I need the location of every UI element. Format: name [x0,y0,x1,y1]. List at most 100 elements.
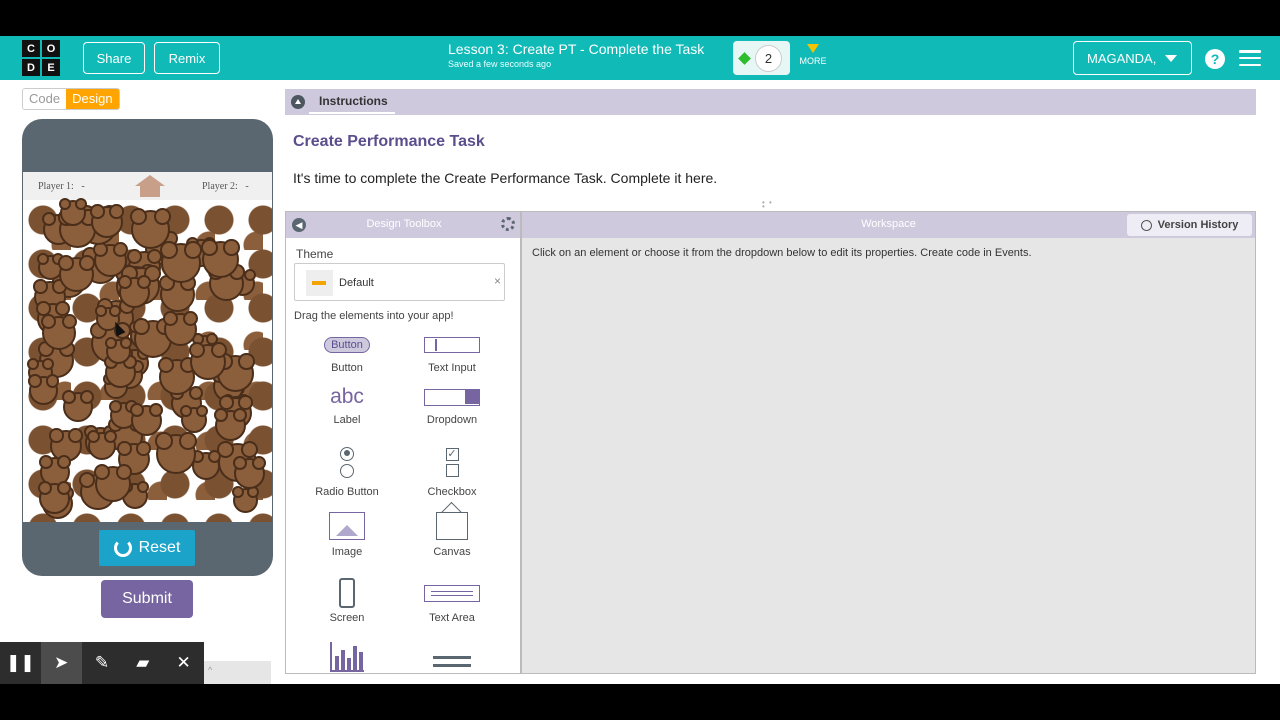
bear-face [180,405,208,433]
canvas-icon [436,512,468,540]
theme-label: Theme [296,247,334,261]
button-element-icon: Button [324,337,370,353]
pointer-icon[interactable]: ➤ [40,642,82,684]
bear-face [233,456,266,489]
triangle-down-icon [807,44,819,53]
toolbox-item-label: Text Input [428,362,476,374]
instructions-body: Create Performance Task It's time to com… [285,115,1256,199]
reset-label: Reset [138,539,181,556]
home-icon[interactable] [134,175,166,199]
bear-face [90,204,124,238]
bear-face [163,311,198,346]
radio-button-icon [340,446,354,478]
player2-score: Player 2: - [202,181,249,192]
pause-icon[interactable]: ❚❚ [0,642,41,684]
share-button[interactable]: Share [83,42,145,74]
toolbar-tab[interactable]: ^ [204,661,271,684]
bear-face [38,481,71,514]
lesson-title[interactable]: Lesson 3: Create PT - Complete the Task [448,41,704,57]
remix-button[interactable]: Remix [154,42,220,74]
theme-thumbnail [306,270,333,296]
theme-value: Default [339,277,374,289]
help-icon[interactable]: ? [1205,49,1225,69]
theme-select[interactable]: Default × [294,263,505,301]
player1-score: Player 1: - [38,181,85,192]
workspace-hint: Click on an element or choose it from th… [532,247,1032,259]
toolbox-item-text-area[interactable]: Text Area [402,574,502,624]
toolbox-item-label: Label [333,414,361,426]
design-mode-button[interactable]: Design [66,89,119,109]
more-label: MORE [799,56,827,66]
resize-grip[interactable]: • • • [762,199,778,211]
toolbox-item-image[interactable]: Image [297,506,397,558]
reset-icon [113,539,132,557]
more-button[interactable]: MORE [799,44,827,66]
toolbox-item-screen[interactable]: Screen [297,574,397,624]
toolbox-item-slider[interactable] [402,644,502,673]
workspace-panel[interactable]: Workspace Version History Click on an el… [521,211,1256,674]
text-area-icon [424,584,480,602]
screen-icon [339,578,355,608]
instructions-title: Create Performance Task [293,133,485,150]
toolbox-item-radio-button[interactable]: Radio Button [297,438,397,498]
instructions-text: It's time to complete the Create Perform… [293,170,718,186]
app-screen[interactable]: Player 1: - Player 2: - [23,172,272,522]
toolbox-item-text-input[interactable]: Text Input [402,328,502,374]
close-icon[interactable]: ✕ [163,642,204,684]
logo-letter: O [42,40,60,57]
code-mode-button[interactable]: Code [23,89,67,109]
level-bubble[interactable]: 2 [755,45,782,72]
toolbox-item-chart[interactable] [297,640,397,673]
bear-face [130,208,171,249]
phone-frame: Player 1: - Player 2: - Reset [22,119,273,576]
dropdown-icon [424,388,480,406]
bear-face [189,342,227,380]
version-history-label: Version History [1157,219,1239,231]
bear-pattern-image [23,198,272,522]
collapse-icon[interactable] [291,95,305,109]
toolbox-item-label: Dropdown [426,414,478,426]
toolbox-title: Design Toolbox [366,218,442,230]
progress-bubbles[interactable]: 2 [733,41,790,75]
logo-letter: E [42,59,60,76]
workspace-header: Workspace Version History [522,212,1255,238]
top-header: C O D E Share Remix Lesson 3: Create PT … [0,36,1280,80]
toolbox-item-label: Screen [329,612,365,624]
app-frame: C O D E Share Remix Lesson 3: Create PT … [0,36,1280,684]
toolbox-item-label: Checkbox [427,486,477,498]
code-org-logo[interactable]: C O D E [22,40,60,76]
bear-face [62,390,94,422]
reset-button[interactable]: Reset [99,530,195,566]
submit-button[interactable]: Submit [101,580,193,618]
drag-hint: Drag the elements into your app! [294,310,454,322]
toolbox-item-checkbox[interactable]: ✓ Checkbox [402,438,502,498]
bear-face [28,374,59,405]
checkbox-icon: ✓ [445,447,459,477]
clear-icon[interactable]: × [494,274,501,288]
toolbox-item-label: Image [331,546,363,558]
text-input-icon [424,337,480,353]
toolbox-item-label: Radio Button [315,486,379,498]
user-menu[interactable]: MAGANDA, [1073,41,1192,75]
bear-face [94,464,132,502]
toolbox-header: ◀ Design Toolbox [286,212,520,238]
bear-face [155,432,197,474]
diamond-icon [738,52,751,65]
toolbox-item-label[interactable]: abc Label [297,380,397,426]
pen-icon[interactable]: ✎ [82,642,123,684]
logo-letter: C [22,40,40,57]
logo-letter: D [22,59,40,76]
tab-instructions[interactable]: Instructions [319,94,388,108]
toolbox-item-canvas[interactable]: Canvas [402,506,502,558]
code-design-toggle: Code Design [22,88,120,110]
toolbox-item-dropdown[interactable]: Dropdown [402,380,502,426]
eraser-icon[interactable]: ▰ [122,642,163,684]
gear-icon[interactable] [501,217,515,231]
player-bar: Player 1: - Player 2: - [23,172,272,200]
bear-face [214,408,247,441]
version-history-button[interactable]: Version History [1127,214,1252,236]
bear-face [58,255,95,292]
toolbox-item-button[interactable]: Button Button [297,328,397,374]
bear-face [105,337,132,364]
hamburger-menu-icon[interactable] [1239,50,1261,66]
